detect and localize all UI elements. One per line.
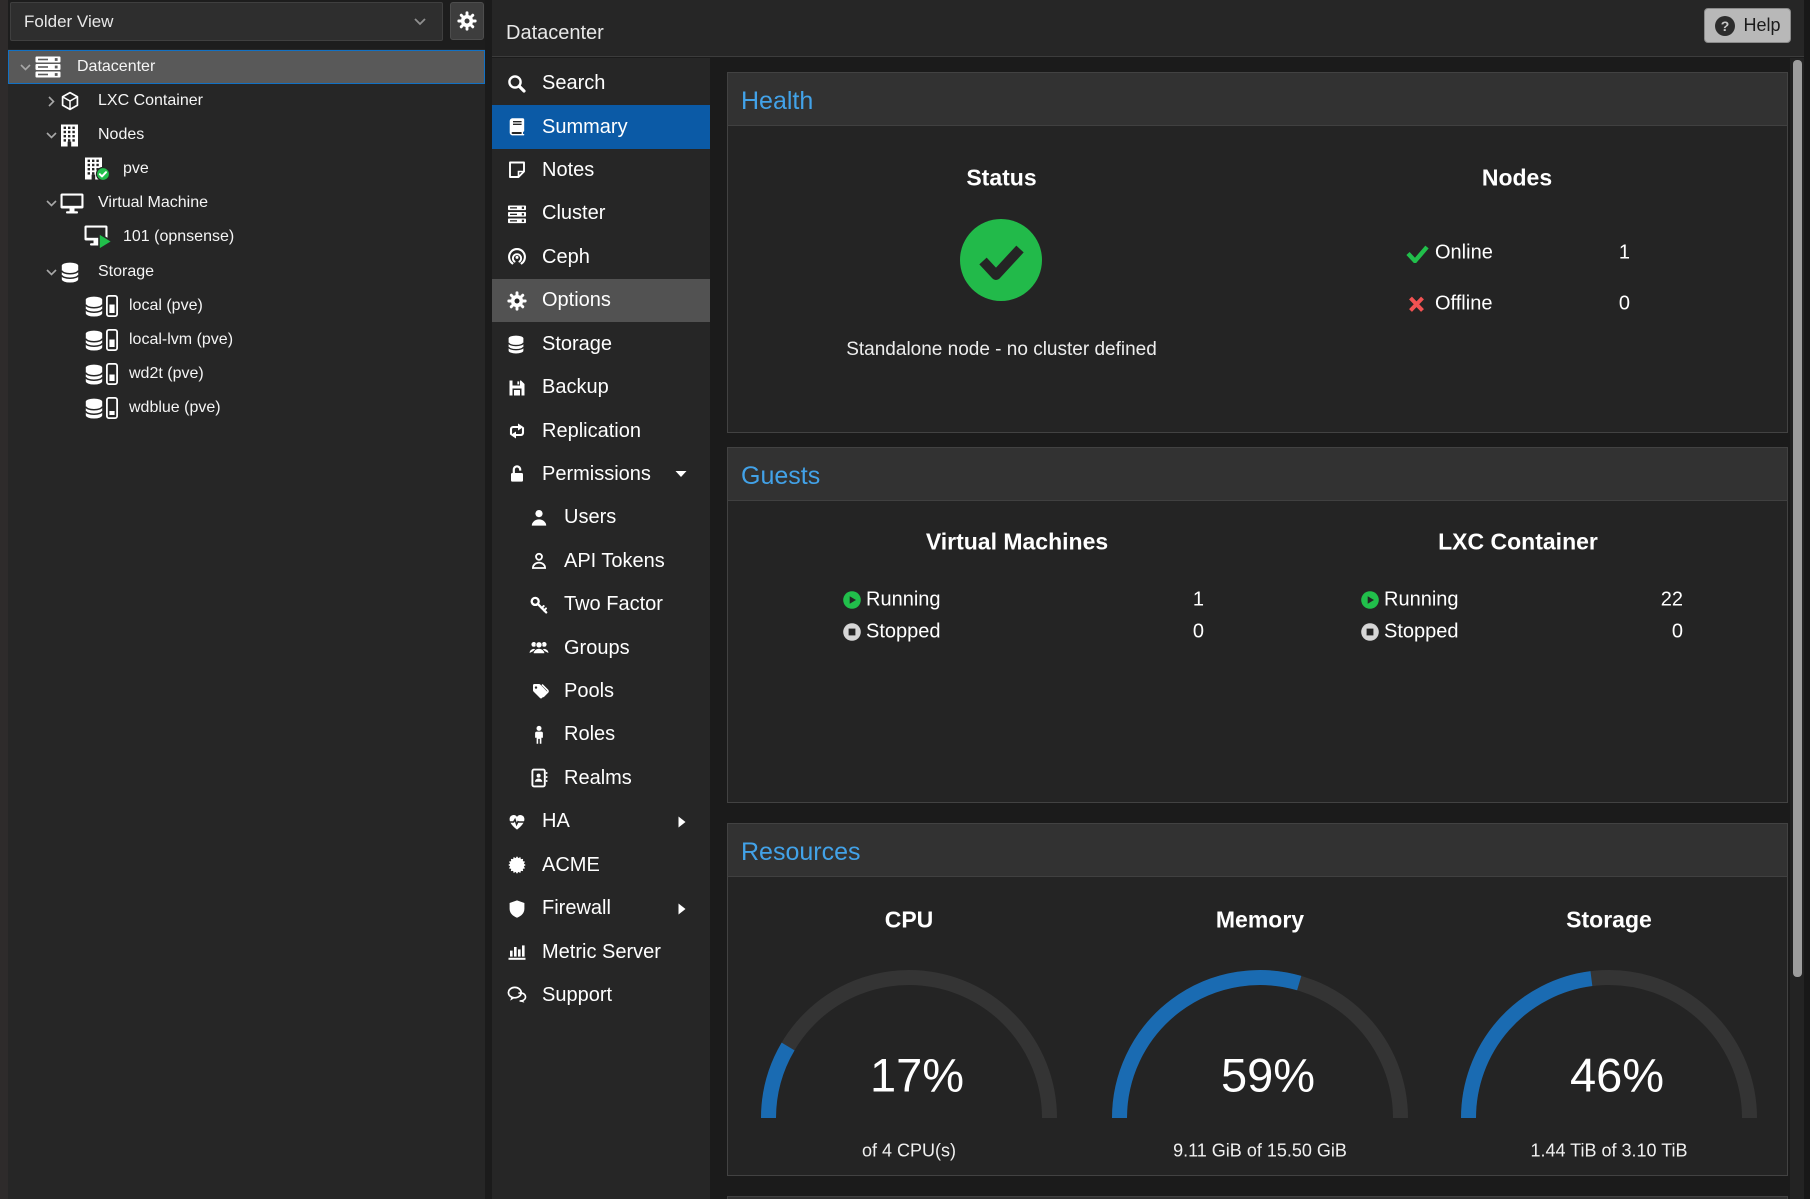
svg-text:?: ?: [1721, 18, 1730, 34]
